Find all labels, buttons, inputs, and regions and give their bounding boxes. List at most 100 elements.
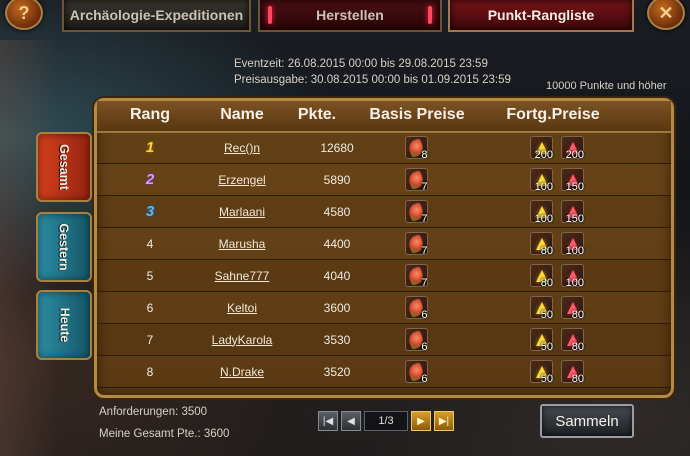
table-row: 4 Marusha 4400 7 80 100 xyxy=(97,228,671,260)
fortg-yellow-count: 50 xyxy=(540,309,553,321)
fortg-reward-red[interactable]: 100 xyxy=(561,264,584,289)
table-row: 5 Sahne777 4040 7 80 100 xyxy=(97,260,671,292)
points-value: 3520 xyxy=(323,364,351,379)
fortg-reward-yellow[interactable]: 50 xyxy=(530,328,553,353)
basis-reward-count: 7 xyxy=(421,213,428,225)
fortg-reward-red[interactable]: 80 xyxy=(561,296,584,321)
player-name-link[interactable]: N.Drake xyxy=(220,365,264,379)
table-row: 2 Erzengel 5890 7 100 150 xyxy=(97,164,671,196)
basis-reward-count: 7 xyxy=(421,181,428,193)
fortg-yellow-count: 200 xyxy=(534,149,553,161)
player-name-link[interactable]: LadyKarola xyxy=(212,333,273,347)
my-total-points: Meine Gesamt Pte.: 3600 xyxy=(99,428,230,440)
fortg-reward-red[interactable]: 80 xyxy=(561,360,584,385)
table-row: 8 N.Drake 3520 6 50 80 xyxy=(97,356,671,388)
rank-value: 6 xyxy=(146,300,154,315)
basis-reward-count: 7 xyxy=(421,277,428,289)
points-threshold-note: 10000 Punkte und höher xyxy=(546,80,667,92)
fortg-reward-yellow[interactable]: 100 xyxy=(530,168,553,193)
basis-reward-item[interactable]: 8 xyxy=(404,136,428,161)
basis-reward-item[interactable]: 7 xyxy=(404,232,428,257)
tab-glow-right xyxy=(428,6,432,24)
player-name-link[interactable]: Marusha xyxy=(219,237,266,251)
points-value: 3600 xyxy=(323,300,351,315)
fortg-yellow-count: 100 xyxy=(534,213,553,225)
rank-value: 2 xyxy=(145,171,155,188)
first-page-button[interactable]: |◀ xyxy=(318,411,338,431)
tab-herstellen-label: Herstellen xyxy=(316,7,384,23)
header-rang: Rang xyxy=(130,106,170,123)
basis-reward-count: 6 xyxy=(421,341,428,353)
page-indicator[interactable]: 1/3 xyxy=(364,411,408,431)
fortg-reward-red[interactable]: 200 xyxy=(561,136,584,161)
rank-value: 7 xyxy=(146,332,154,347)
fortg-red-count: 200 xyxy=(565,149,584,161)
player-name-link[interactable]: Marlaani xyxy=(219,205,265,219)
fortg-red-count: 100 xyxy=(565,277,584,289)
last-page-button[interactable]: ▶| xyxy=(434,411,454,431)
basis-reward-item[interactable]: 6 xyxy=(404,360,428,385)
rank-value: 1 xyxy=(145,139,155,156)
tab-herstellen[interactable]: Herstellen xyxy=(258,0,442,32)
table-row: 1 Rec()n 12680 8 200 200 xyxy=(97,132,671,164)
fortg-reward-yellow[interactable]: 80 xyxy=(530,232,553,257)
side-tab-gesamt[interactable]: Gesamt xyxy=(36,132,92,202)
requirements-text: Anforderungen: 3500 xyxy=(99,406,208,418)
player-name-link[interactable]: Erzengel xyxy=(218,173,265,187)
next-page-button[interactable]: ▶ xyxy=(411,411,431,431)
basis-reward-item[interactable]: 7 xyxy=(404,168,428,193)
fortg-red-count: 80 xyxy=(571,309,584,321)
basis-reward-count: 7 xyxy=(421,245,428,257)
points-value: 4400 xyxy=(323,236,351,251)
event-time: Eventzeit: 26.08.2015 00:00 bis 29.08.20… xyxy=(234,58,488,70)
rank-value: 4 xyxy=(146,236,154,251)
fortg-red-count: 150 xyxy=(565,181,584,193)
rank-value: 8 xyxy=(146,364,154,379)
fortg-reward-yellow[interactable]: 100 xyxy=(530,200,553,225)
pagination: |◀ ◀ 1/3 ▶ ▶| xyxy=(318,410,454,432)
fortg-red-count: 80 xyxy=(571,341,584,353)
sammeln-button[interactable]: Sammeln xyxy=(540,404,634,438)
points-value: 5890 xyxy=(323,172,351,187)
fortg-yellow-count: 100 xyxy=(534,181,553,193)
basis-reward-item[interactable]: 6 xyxy=(404,296,428,321)
basis-reward-item[interactable]: 7 xyxy=(404,264,428,289)
side-tab-gestern[interactable]: Gestern xyxy=(36,212,92,282)
prize-distribution-time: Preisausgabe: 30.08.2015 00:00 bis 01.09… xyxy=(234,74,511,86)
fortg-yellow-count: 80 xyxy=(540,277,553,289)
player-name-link[interactable]: Sahne777 xyxy=(215,269,270,283)
table-header: Rang Name Pkte. Basis Preise Fortg.Preis… xyxy=(97,101,671,133)
basis-reward-item[interactable]: 6 xyxy=(404,328,428,353)
fortg-reward-yellow[interactable]: 50 xyxy=(530,360,553,385)
fortg-red-count: 100 xyxy=(565,245,584,257)
basis-reward-item[interactable]: 7 xyxy=(404,200,428,225)
basis-reward-count: 6 xyxy=(421,309,428,321)
side-tab-heute[interactable]: Heute xyxy=(36,290,92,360)
side-tab-heute-label: Heute xyxy=(56,307,71,343)
fortg-reward-red[interactable]: 150 xyxy=(561,168,584,193)
table-row: 6 Keltoi 3600 6 50 80 xyxy=(97,292,671,324)
points-value: 12680 xyxy=(320,140,354,155)
ranking-table: Rang Name Pkte. Basis Preise Fortg.Preis… xyxy=(94,98,674,398)
points-value: 4040 xyxy=(323,268,351,283)
rank-value: 5 xyxy=(146,268,154,283)
side-tab-gestern-label: Gestern xyxy=(57,223,71,271)
basis-reward-count: 8 xyxy=(421,149,428,161)
basis-reward-count: 6 xyxy=(421,373,428,385)
fortg-reward-red[interactable]: 150 xyxy=(561,200,584,225)
fortg-reward-red[interactable]: 80 xyxy=(561,328,584,353)
prev-page-button[interactable]: ◀ xyxy=(341,411,361,431)
header-basis-preise: Basis Preise xyxy=(369,106,465,123)
fortg-red-count: 150 xyxy=(565,213,584,225)
tab-glow-left xyxy=(268,6,272,24)
fortg-reward-yellow[interactable]: 200 xyxy=(530,136,553,161)
fortg-yellow-count: 50 xyxy=(540,373,553,385)
fortg-reward-red[interactable]: 100 xyxy=(561,232,584,257)
player-name-link[interactable]: Rec()n xyxy=(224,141,260,155)
tab-archaeologie-expeditionen[interactable]: Archäologie-Expeditionen xyxy=(62,0,251,32)
table-row: 7 LadyKarola 3530 6 50 80 xyxy=(97,324,671,356)
player-name-link[interactable]: Keltoi xyxy=(227,301,257,315)
tab-punkt-rangliste[interactable]: Punkt-Rangliste xyxy=(448,0,634,32)
fortg-reward-yellow[interactable]: 50 xyxy=(530,296,553,321)
fortg-reward-yellow[interactable]: 80 xyxy=(530,264,553,289)
